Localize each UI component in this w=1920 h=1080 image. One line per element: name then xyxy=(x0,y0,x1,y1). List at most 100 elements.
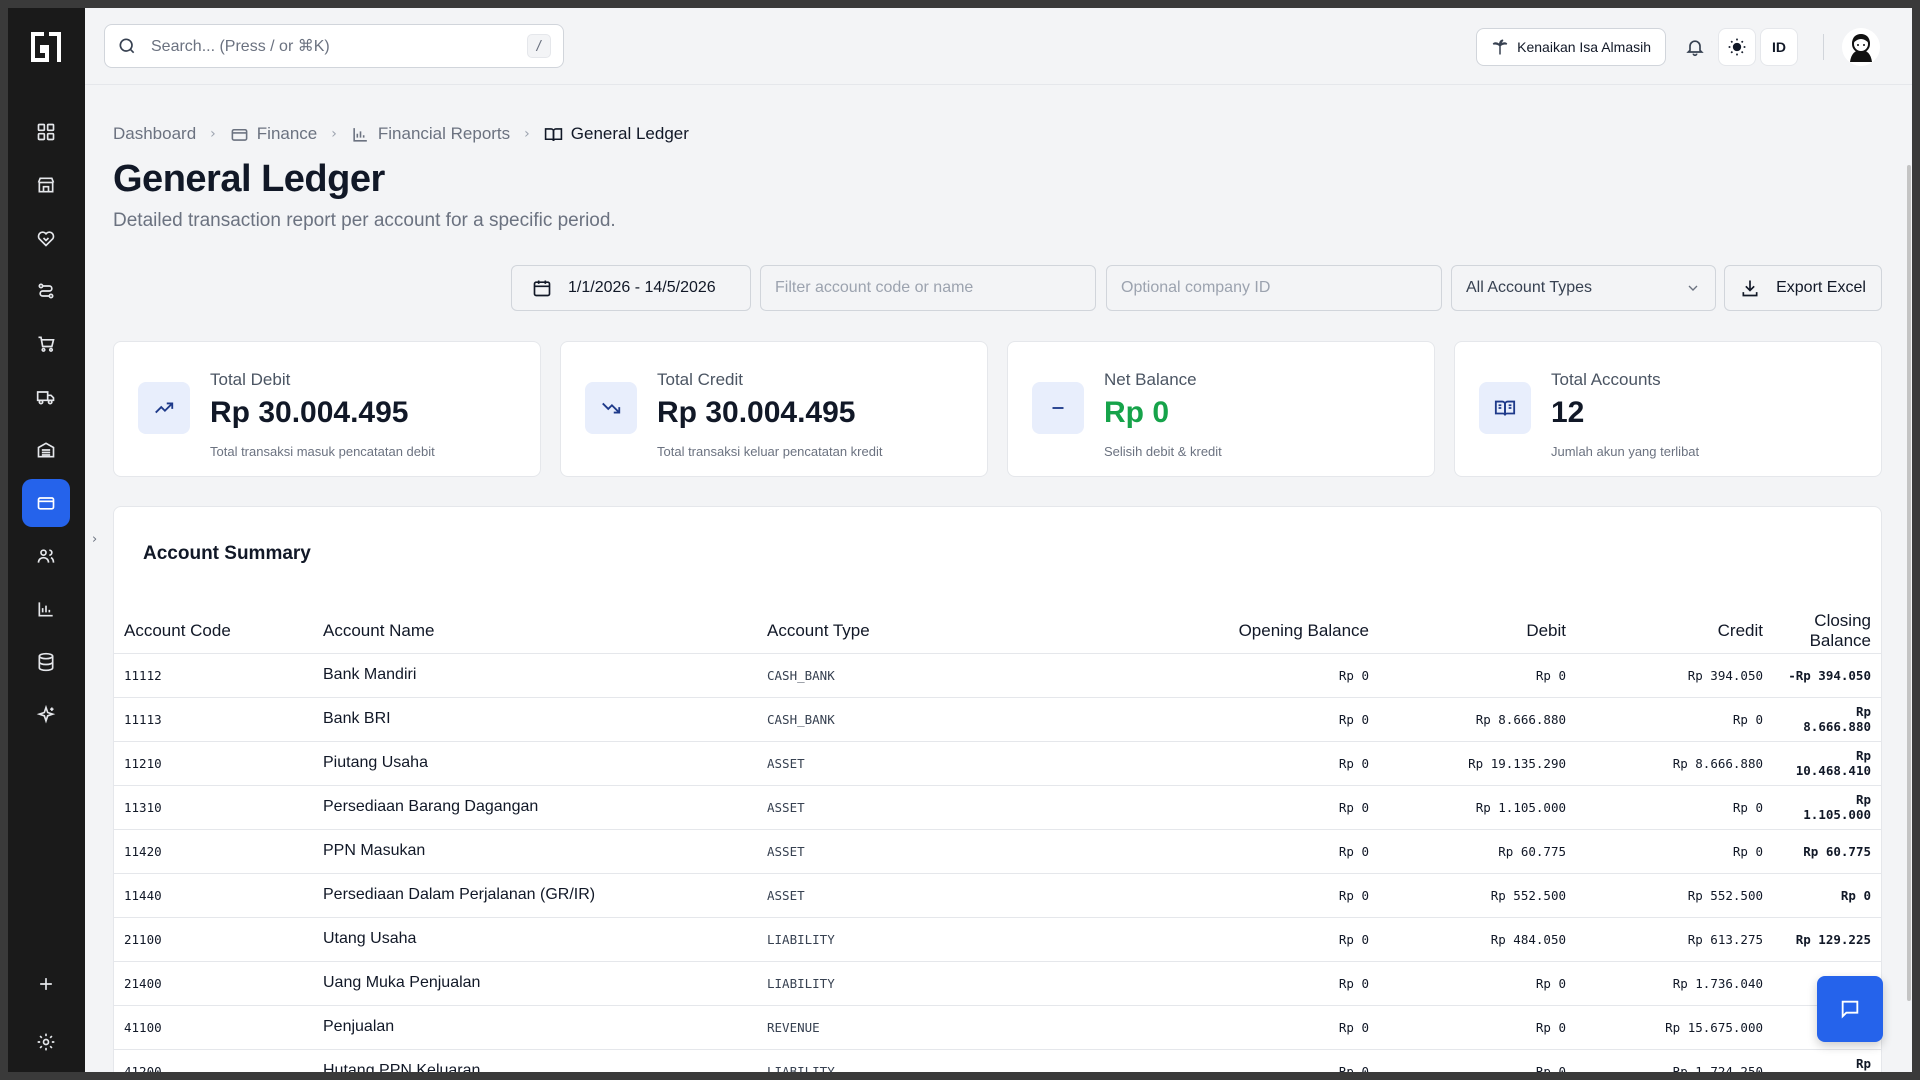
cell-credit: Rp 0 xyxy=(1576,785,1773,830)
stat-card-total-credit: Total Credit Rp 30.004.495 Total transak… xyxy=(560,341,988,477)
search-input[interactable]: Search... (Press / or ⌘K) / xyxy=(104,24,564,68)
column-header[interactable]: Opening Balance xyxy=(1001,609,1379,654)
cell-account-type: ASSET xyxy=(757,829,1001,874)
chart-icon xyxy=(38,602,53,617)
cell-account-type: LIABILITY xyxy=(757,961,1001,1006)
export-excel-button[interactable]: Export Excel xyxy=(1724,265,1882,311)
table-row[interactable]: 11420 PPN Masukan ASSET Rp 0 Rp 60.775 Rp 0 Rp… xyxy=(114,829,1881,874)
sidebar-item-reports[interactable] xyxy=(22,585,70,633)
header-divider xyxy=(1823,34,1824,60)
cell-credit: Rp 1.736.040 xyxy=(1576,961,1773,1006)
company-id-input[interactable]: Optional company ID xyxy=(1106,265,1442,311)
breadcrumb-financial-reports[interactable]: Financial Reports xyxy=(351,124,510,144)
stat-value: Rp 30.004.495 xyxy=(657,396,856,429)
holiday-badge[interactable]: Kenaikan Isa Almasih xyxy=(1476,28,1666,66)
cell-account-type: CASH_BANK xyxy=(757,697,1001,742)
trending-up-icon xyxy=(138,382,190,434)
add-button[interactable] xyxy=(22,960,70,1008)
app-logo[interactable] xyxy=(29,30,63,64)
language-switcher[interactable]: ID xyxy=(1760,28,1798,66)
page-subtitle: Detailed transaction report per account … xyxy=(113,210,616,231)
cell-debit: Rp 1.105.000 xyxy=(1379,785,1576,830)
sidebar-item-purchasing[interactable] xyxy=(22,320,70,368)
sparkles-icon xyxy=(36,705,56,724)
column-header[interactable]: Credit xyxy=(1576,609,1773,654)
store-icon xyxy=(37,177,55,193)
breadcrumb: Dashboard › Finance › Financial Reports … xyxy=(113,124,689,144)
breadcrumb-separator: › xyxy=(331,126,337,142)
cell-debit: Rp 60.775 xyxy=(1379,829,1576,874)
sidebar xyxy=(8,8,85,1072)
table-row[interactable]: 11440 Persediaan Dalam Perjalanan (GR/IR)… xyxy=(114,873,1881,918)
trending-down-icon xyxy=(585,382,637,434)
breadcrumb-finance[interactable]: Finance xyxy=(230,124,317,144)
account-type-select[interactable]: All Account Types xyxy=(1451,265,1716,311)
warehouse-icon xyxy=(37,442,55,458)
cell-opening-balance: Rp 0 xyxy=(1001,917,1379,962)
bell-icon xyxy=(1686,40,1704,57)
column-header[interactable]: Account Code xyxy=(114,609,313,654)
column-header[interactable]: Closing Balance xyxy=(1773,609,1881,654)
settings-icon xyxy=(37,1033,55,1051)
breadcrumb-separator: › xyxy=(210,126,216,142)
date-range-picker[interactable]: 1/1/2026 - 14/5/2026 xyxy=(511,265,751,311)
route-icon xyxy=(38,283,54,299)
settings-button[interactable] xyxy=(22,1018,70,1066)
table-row[interactable]: 11112 Bank Mandiri CASH_BANK Rp 0 Rp 0 Rp 394… xyxy=(114,653,1881,698)
scrollbar[interactable] xyxy=(1906,85,1912,1072)
cell-closing-balance: -Rp 394.050 xyxy=(1773,653,1881,698)
sidebar-item-finance[interactable] xyxy=(22,479,70,527)
column-header[interactable]: Debit xyxy=(1379,609,1576,654)
cell-account-type: ASSET xyxy=(757,785,1001,830)
sidebar-item-database[interactable] xyxy=(22,638,70,686)
user-avatar[interactable] xyxy=(1842,28,1880,66)
sidebar-item-partners[interactable] xyxy=(22,214,70,262)
sidebar-collapse-toggle[interactable]: › xyxy=(92,532,104,548)
sidebar-item-users[interactable] xyxy=(22,532,70,580)
table-row[interactable]: 21100 Utang Usaha LIABILITY Rp 0 Rp 484.050 R… xyxy=(114,917,1881,962)
cell-debit: Rp 0 xyxy=(1379,961,1576,1006)
sidebar-item-routes[interactable] xyxy=(22,267,70,315)
scrollbar-thumb[interactable] xyxy=(1907,165,1911,1001)
account-summary-table: Account Code Account Name Account Type O… xyxy=(114,609,1881,1072)
cell-account-code: 21400 xyxy=(114,961,313,1006)
table-row[interactable]: 11210 Piutang Usaha ASSET Rp 0 Rp 19.135.290… xyxy=(114,741,1881,786)
stat-label: Total Accounts xyxy=(1551,370,1661,389)
plus-icon xyxy=(40,978,52,990)
holiday-label: Kenaikan Isa Almasih xyxy=(1517,39,1651,55)
cell-account-name: Piutang Usaha xyxy=(313,741,757,786)
sidebar-item-store[interactable] xyxy=(22,161,70,209)
stat-description: Total transaksi masuk pencatatan debit xyxy=(210,444,435,459)
table-row[interactable]: 11113 Bank BRI CASH_BANK Rp 0 Rp 8.666.880 Rp… xyxy=(114,697,1881,742)
cell-account-name: Bank BRI xyxy=(313,697,757,742)
cell-account-type: CASH_BANK xyxy=(757,653,1001,698)
notifications-button[interactable] xyxy=(1676,28,1714,66)
chat-button[interactable] xyxy=(1817,976,1883,1042)
page-title: General Ledger xyxy=(113,158,385,200)
breadcrumb-separator: › xyxy=(524,126,530,142)
theme-toggle[interactable] xyxy=(1718,28,1756,66)
column-header[interactable]: Account Name xyxy=(313,609,757,654)
database-icon xyxy=(38,652,54,672)
sidebar-item-dashboard[interactable] xyxy=(22,108,70,156)
column-header[interactable]: Account Type xyxy=(757,609,1001,654)
cell-closing-balance: Rp 1.724.250 xyxy=(1773,1049,1881,1072)
cell-account-type: ASSET xyxy=(757,873,1001,918)
cell-opening-balance: Rp 0 xyxy=(1001,741,1379,786)
breadcrumb-general-ledger: General Ledger xyxy=(544,124,689,144)
cell-opening-balance: Rp 0 xyxy=(1001,961,1379,1006)
cell-opening-balance: Rp 0 xyxy=(1001,697,1379,742)
table-row[interactable]: 11310 Persediaan Barang Dagangan ASSET Rp 0… xyxy=(114,785,1881,830)
cell-account-code: 41200 xyxy=(114,1049,313,1072)
handshake-icon xyxy=(37,231,55,247)
sidebar-item-delivery[interactable] xyxy=(22,373,70,421)
cell-opening-balance: Rp 0 xyxy=(1001,1049,1379,1072)
sidebar-item-warehouse[interactable] xyxy=(22,426,70,474)
sidebar-item-ai[interactable] xyxy=(22,691,70,739)
cell-account-type: REVENUE xyxy=(757,1005,1001,1050)
table-row[interactable]: 41200 Hutang PPN Keluaran LIABILITY Rp 0 Rp … xyxy=(114,1049,1881,1072)
table-row[interactable]: 21400 Uang Muka Penjualan LIABILITY Rp 0 Rp … xyxy=(114,961,1881,1006)
account-filter-input[interactable]: Filter account code or name xyxy=(760,265,1096,311)
table-row[interactable]: 41100 Penjualan REVENUE Rp 0 Rp 0 Rp 15.675.0… xyxy=(114,1005,1881,1050)
breadcrumb-dashboard[interactable]: Dashboard xyxy=(113,124,196,144)
